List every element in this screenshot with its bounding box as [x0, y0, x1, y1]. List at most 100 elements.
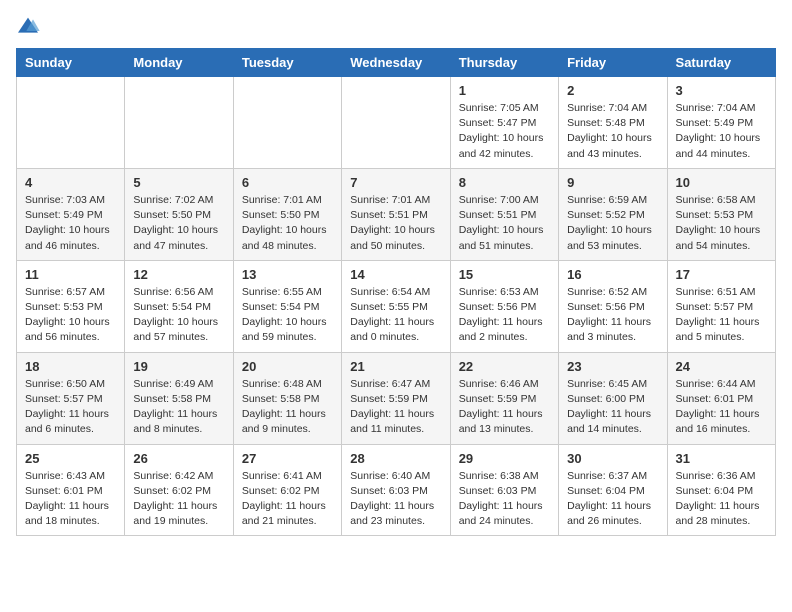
day-number: 25 [25, 451, 116, 466]
day-number: 18 [25, 359, 116, 374]
day-info: Sunrise: 6:54 AM Sunset: 5:55 PM Dayligh… [350, 285, 441, 346]
calendar-cell: 11 Sunrise: 6:57 AM Sunset: 5:53 PM Dayli… [17, 260, 125, 352]
day-info: Sunrise: 6:37 AM Sunset: 6:04 PM Dayligh… [567, 469, 658, 530]
day-info: Sunrise: 6:47 AM Sunset: 5:59 PM Dayligh… [350, 377, 441, 438]
calendar-cell: 21 Sunrise: 6:47 AM Sunset: 5:59 PM Dayli… [342, 352, 450, 444]
day-info: Sunrise: 6:55 AM Sunset: 5:54 PM Dayligh… [242, 285, 333, 346]
day-number: 8 [459, 175, 550, 190]
calendar-cell: 7 Sunrise: 7:01 AM Sunset: 5:51 PM Daylig… [342, 168, 450, 260]
weekday-header-thursday: Thursday [450, 49, 558, 77]
calendar-cell: 31 Sunrise: 6:36 AM Sunset: 6:04 PM Dayli… [667, 444, 775, 536]
calendar-table: SundayMondayTuesdayWednesdayThursdayFrid… [16, 48, 776, 536]
weekday-header-saturday: Saturday [667, 49, 775, 77]
day-info: Sunrise: 6:58 AM Sunset: 5:53 PM Dayligh… [676, 193, 767, 254]
day-number: 30 [567, 451, 658, 466]
calendar-cell: 16 Sunrise: 6:52 AM Sunset: 5:56 PM Dayli… [559, 260, 667, 352]
day-info: Sunrise: 6:48 AM Sunset: 5:58 PM Dayligh… [242, 377, 333, 438]
day-info: Sunrise: 7:05 AM Sunset: 5:47 PM Dayligh… [459, 101, 550, 162]
day-number: 13 [242, 267, 333, 282]
calendar-cell [125, 77, 233, 169]
day-number: 27 [242, 451, 333, 466]
calendar-cell [342, 77, 450, 169]
day-info: Sunrise: 7:00 AM Sunset: 5:51 PM Dayligh… [459, 193, 550, 254]
weekday-header-tuesday: Tuesday [233, 49, 341, 77]
calendar-cell: 28 Sunrise: 6:40 AM Sunset: 6:03 PM Dayli… [342, 444, 450, 536]
day-info: Sunrise: 6:49 AM Sunset: 5:58 PM Dayligh… [133, 377, 224, 438]
day-number: 12 [133, 267, 224, 282]
day-info: Sunrise: 6:51 AM Sunset: 5:57 PM Dayligh… [676, 285, 767, 346]
day-info: Sunrise: 7:01 AM Sunset: 5:51 PM Dayligh… [350, 193, 441, 254]
calendar-cell: 25 Sunrise: 6:43 AM Sunset: 6:01 PM Dayli… [17, 444, 125, 536]
calendar-cell: 6Sunrise: 7:01 AM Sunset: 5:50 PM Daylig… [233, 168, 341, 260]
day-number: 16 [567, 267, 658, 282]
day-number: 1 [459, 83, 550, 98]
day-info: Sunrise: 6:46 AM Sunset: 5:59 PM Dayligh… [459, 377, 550, 438]
day-number: 9 [567, 175, 658, 190]
day-number: 11 [25, 267, 116, 282]
day-number: 23 [567, 359, 658, 374]
day-number: 5 [133, 175, 224, 190]
day-info: Sunrise: 6:52 AM Sunset: 5:56 PM Dayligh… [567, 285, 658, 346]
day-number: 22 [459, 359, 550, 374]
day-number: 17 [676, 267, 767, 282]
day-info: Sunrise: 6:36 AM Sunset: 6:04 PM Dayligh… [676, 469, 767, 530]
calendar-cell: 19 Sunrise: 6:49 AM Sunset: 5:58 PM Dayli… [125, 352, 233, 444]
calendar-cell: 24 Sunrise: 6:44 AM Sunset: 6:01 PM Dayli… [667, 352, 775, 444]
day-info: Sunrise: 6:56 AM Sunset: 5:54 PM Dayligh… [133, 285, 224, 346]
day-number: 21 [350, 359, 441, 374]
day-info: Sunrise: 6:40 AM Sunset: 6:03 PM Dayligh… [350, 469, 441, 530]
day-number: 20 [242, 359, 333, 374]
day-info: Sunrise: 6:44 AM Sunset: 6:01 PM Dayligh… [676, 377, 767, 438]
calendar-cell: 29 Sunrise: 6:38 AM Sunset: 6:03 PM Dayli… [450, 444, 558, 536]
day-info: Sunrise: 7:01 AM Sunset: 5:50 PM Dayligh… [242, 193, 333, 254]
calendar-cell: 9 Sunrise: 6:59 AM Sunset: 5:52 PM Daylig… [559, 168, 667, 260]
day-number: 4 [25, 175, 116, 190]
calendar-cell [233, 77, 341, 169]
day-number: 10 [676, 175, 767, 190]
logo-icon [16, 16, 40, 36]
day-info: Sunrise: 6:43 AM Sunset: 6:01 PM Dayligh… [25, 469, 116, 530]
day-number: 24 [676, 359, 767, 374]
day-number: 31 [676, 451, 767, 466]
calendar-cell: 23 Sunrise: 6:45 AM Sunset: 6:00 PM Dayli… [559, 352, 667, 444]
day-number: 7 [350, 175, 441, 190]
weekday-header-sunday: Sunday [17, 49, 125, 77]
day-info: Sunrise: 7:02 AM Sunset: 5:50 PM Dayligh… [133, 193, 224, 254]
day-number: 15 [459, 267, 550, 282]
calendar-cell: 18 Sunrise: 6:50 AM Sunset: 5:57 PM Dayli… [17, 352, 125, 444]
weekday-header-friday: Friday [559, 49, 667, 77]
day-info: Sunrise: 7:04 AM Sunset: 5:48 PM Dayligh… [567, 101, 658, 162]
calendar-cell: 3 Sunrise: 7:04 AM Sunset: 5:49 PM Daylig… [667, 77, 775, 169]
day-info: Sunrise: 6:50 AM Sunset: 5:57 PM Dayligh… [25, 377, 116, 438]
calendar-cell: 12 Sunrise: 6:56 AM Sunset: 5:54 PM Dayli… [125, 260, 233, 352]
day-number: 19 [133, 359, 224, 374]
day-number: 3 [676, 83, 767, 98]
day-number: 26 [133, 451, 224, 466]
day-number: 14 [350, 267, 441, 282]
day-info: Sunrise: 6:59 AM Sunset: 5:52 PM Dayligh… [567, 193, 658, 254]
calendar-cell: 30 Sunrise: 6:37 AM Sunset: 6:04 PM Dayli… [559, 444, 667, 536]
day-info: Sunrise: 6:45 AM Sunset: 6:00 PM Dayligh… [567, 377, 658, 438]
day-number: 2 [567, 83, 658, 98]
calendar-cell: 14 Sunrise: 6:54 AM Sunset: 5:55 PM Dayli… [342, 260, 450, 352]
calendar-cell: 8 Sunrise: 7:00 AM Sunset: 5:51 PM Daylig… [450, 168, 558, 260]
day-number: 28 [350, 451, 441, 466]
calendar-cell: 4 Sunrise: 7:03 AM Sunset: 5:49 PM Daylig… [17, 168, 125, 260]
calendar-cell: 2 Sunrise: 7:04 AM Sunset: 5:48 PM Daylig… [559, 77, 667, 169]
calendar-cell: 5 Sunrise: 7:02 AM Sunset: 5:50 PM Daylig… [125, 168, 233, 260]
day-info: Sunrise: 6:53 AM Sunset: 5:56 PM Dayligh… [459, 285, 550, 346]
weekday-header-monday: Monday [125, 49, 233, 77]
page-header [16, 16, 776, 36]
day-info: Sunrise: 7:03 AM Sunset: 5:49 PM Dayligh… [25, 193, 116, 254]
day-info: Sunrise: 6:41 AM Sunset: 6:02 PM Dayligh… [242, 469, 333, 530]
day-info: Sunrise: 6:38 AM Sunset: 6:03 PM Dayligh… [459, 469, 550, 530]
day-number: 29 [459, 451, 550, 466]
logo [16, 16, 44, 36]
calendar-cell: 1 Sunrise: 7:05 AM Sunset: 5:47 PM Daylig… [450, 77, 558, 169]
day-info: Sunrise: 6:57 AM Sunset: 5:53 PM Dayligh… [25, 285, 116, 346]
calendar-cell: 17 Sunrise: 6:51 AM Sunset: 5:57 PM Dayli… [667, 260, 775, 352]
weekday-header-wednesday: Wednesday [342, 49, 450, 77]
calendar-cell: 27 Sunrise: 6:41 AM Sunset: 6:02 PM Dayli… [233, 444, 341, 536]
day-info: Sunrise: 7:04 AM Sunset: 5:49 PM Dayligh… [676, 101, 767, 162]
calendar-cell: 13 Sunrise: 6:55 AM Sunset: 5:54 PM Dayli… [233, 260, 341, 352]
